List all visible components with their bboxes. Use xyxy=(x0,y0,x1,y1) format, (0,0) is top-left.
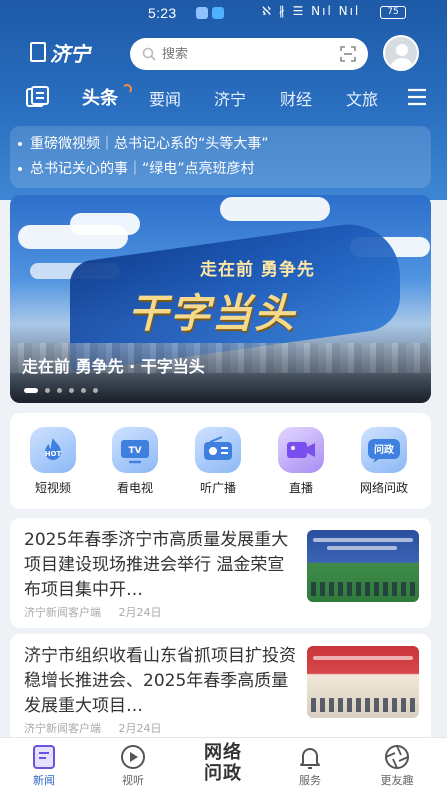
menu-icon[interactable] xyxy=(407,88,427,106)
hot-indicator-icon xyxy=(122,84,132,94)
carousel-dot[interactable] xyxy=(81,388,86,393)
logo-mark-icon xyxy=(30,42,46,62)
news-icon xyxy=(33,745,55,769)
carousel-dot[interactable] xyxy=(69,388,74,393)
logo-text: 济宁 xyxy=(50,41,90,66)
news-thumbnail xyxy=(307,530,419,602)
entry-short-video[interactable]: HOT 短视频 xyxy=(18,427,88,496)
nav-online-inquiry[interactable]: 网络 问政 xyxy=(193,742,253,784)
channel-library-icon[interactable] xyxy=(26,86,50,108)
tab-caijing[interactable]: 财经 xyxy=(280,86,312,110)
entry-live[interactable]: 直播 xyxy=(266,427,336,496)
tab-yaowen[interactable]: 要闻 xyxy=(149,86,181,110)
search-bar[interactable] xyxy=(130,38,368,70)
banner-line xyxy=(313,656,413,660)
cloud-decoration xyxy=(220,197,330,221)
entry-listen-radio[interactable]: 听广播 xyxy=(183,427,253,496)
battery-indicator: 75 xyxy=(380,6,406,19)
banner-slogan-small: 走在前 勇争先 xyxy=(200,260,315,280)
nav-services[interactable]: 服务 xyxy=(280,744,340,788)
nav-label: 视听 xyxy=(122,774,144,787)
avatar-head xyxy=(396,44,408,56)
play-icon xyxy=(121,745,145,769)
headline-ticker: 重磅微视频｜总书记心系的“头等大事” 总书记关心的事｜“绿电”点亮班彦村 xyxy=(10,126,431,188)
ticker-item[interactable]: 总书记关心的事｜“绿电”点亮班彦村 xyxy=(18,159,255,179)
nav-center-line: 网络 xyxy=(204,742,242,763)
svg-text:TV: TV xyxy=(128,446,141,456)
cloud-decoration xyxy=(70,213,140,235)
carousel-dot[interactable] xyxy=(45,388,50,393)
tv-icon: TV xyxy=(112,427,158,473)
news-thumbnail xyxy=(307,646,419,718)
entry-online-inquiry[interactable]: 问政 网络问政 xyxy=(349,427,419,496)
radio-icon xyxy=(195,427,241,473)
banner-line xyxy=(313,538,413,542)
nav-label: 服务 xyxy=(299,774,321,787)
crowd-silhouettes xyxy=(311,582,415,596)
nav-more-fun[interactable]: 更友趣 xyxy=(367,744,427,788)
wenzheng-icon: 问政 xyxy=(361,427,407,473)
hot-flame-icon: HOT xyxy=(30,427,76,473)
tab-toutiao[interactable]: 头条 xyxy=(82,84,118,110)
news-card[interactable]: 济宁市组织收看山东省抓项目扩投资稳增长推进会、2025年春季高质量发展重大项目…… xyxy=(10,634,431,744)
search-icon xyxy=(142,47,156,61)
news-date: 2月24日 xyxy=(118,722,162,735)
crowd-silhouettes xyxy=(311,698,415,712)
tab-wenlv[interactable]: 文旅 xyxy=(346,86,378,110)
entry-label: 听广播 xyxy=(199,481,236,495)
nav-news[interactable]: 新闻 xyxy=(14,744,74,788)
nav-center-line: 问政 xyxy=(204,763,242,784)
svg-text:HOT: HOT xyxy=(45,450,62,458)
scan-icon[interactable] xyxy=(340,46,356,62)
carousel-dot[interactable] xyxy=(93,388,98,393)
status-icons: ℵ ∦ ☰ Nıl Nıl xyxy=(262,4,361,18)
bottom-navigation: 新闻 视听 网络 问政 服务 更友趣 xyxy=(0,737,447,795)
carousel-dots xyxy=(24,388,98,393)
live-camera-icon xyxy=(278,427,324,473)
nav-label: 更友趣 xyxy=(380,774,414,787)
notification-app-icon xyxy=(196,7,208,19)
nav-audio-video[interactable]: 视听 xyxy=(103,744,163,788)
ticker-item[interactable]: 重磅微视频｜总书记心系的“头等大事” xyxy=(18,134,269,154)
user-avatar-icon[interactable] xyxy=(383,35,419,71)
channel-tabs: 头条 要闻 济宁 财经 文旅 xyxy=(0,82,447,114)
nav-label: 新闻 xyxy=(33,774,55,787)
banner-slogan-big: 干字当头 xyxy=(128,290,296,337)
news-title: 济宁市组织收看山东省抓项目扩投资稳增长推进会、2025年春季高质量发展重大项目… xyxy=(24,646,296,716)
news-source: 济宁新闻客户端 xyxy=(24,606,101,619)
bell-icon xyxy=(300,748,320,769)
status-time: 5:23 xyxy=(148,5,177,21)
search-input[interactable] xyxy=(162,46,322,62)
entry-label: 网络问政 xyxy=(359,481,408,495)
entry-label: 看电视 xyxy=(116,481,153,495)
entry-label: 直播 xyxy=(288,481,313,495)
banner-caption: 走在前 勇争先 · 干字当头 xyxy=(22,357,205,376)
carousel-dot[interactable] xyxy=(57,388,62,393)
svg-text:问政: 问政 xyxy=(374,443,395,456)
news-meta: 济宁新闻客户端 2月24日 xyxy=(24,604,176,620)
app-logo[interactable]: 济宁 xyxy=(30,38,104,66)
aperture-icon xyxy=(385,745,409,769)
notification-app-icon xyxy=(212,7,224,19)
carousel-dot[interactable] xyxy=(24,388,38,393)
entry-watch-tv[interactable]: TV 看电视 xyxy=(100,427,170,496)
news-title: 2025年春季济宁市高质量发展重大项目建设现场推进会举行 温金荣宣布项目集中开… xyxy=(24,530,289,600)
tab-jining[interactable]: 济宁 xyxy=(214,86,246,110)
hero-banner[interactable]: 走在前 勇争先 干字当头 走在前 勇争先 · 干字当头 xyxy=(10,195,431,403)
entry-label: 短视频 xyxy=(34,481,71,495)
news-meta: 济宁新闻客户端 2月24日 xyxy=(24,720,176,736)
quick-entry-panel: HOT 短视频 TV 看电视 听广播 直播 问政 网络问政 xyxy=(10,413,431,509)
banner-line xyxy=(327,546,397,550)
news-source: 济宁新闻客户端 xyxy=(24,722,101,735)
status-bar: 5:23 ℵ ∦ ☰ Nıl Nıl 75 xyxy=(0,0,447,26)
news-date: 2月24日 xyxy=(118,606,162,619)
news-card[interactable]: 2025年春季济宁市高质量发展重大项目建设现场推进会举行 温金荣宣布项目集中开…… xyxy=(10,518,431,628)
